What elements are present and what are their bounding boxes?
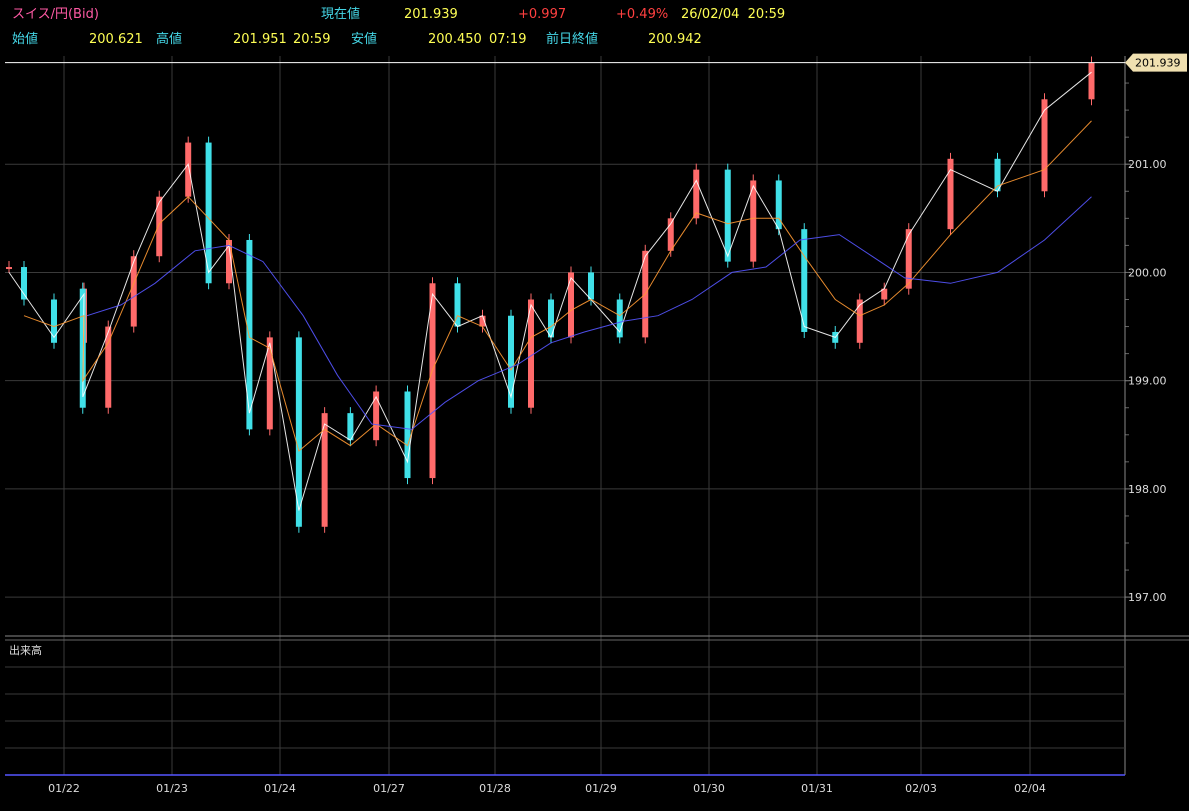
candle-body (404, 391, 411, 479)
current-price-label: 201.939 (1135, 57, 1181, 70)
candle-body (856, 299, 863, 343)
x-tick-label: 01/24 (264, 782, 296, 795)
x-tick-label: 01/29 (585, 782, 617, 795)
y-tick-label: 199.00 (1128, 375, 1167, 388)
candle-body (508, 315, 514, 408)
volume-panel: 出来高 (5, 643, 1125, 776)
candle-body (429, 283, 436, 479)
candle-body (588, 272, 594, 300)
candle-body (905, 229, 912, 289)
candle-body (156, 196, 163, 257)
candle-body (185, 142, 192, 197)
candle-body (373, 391, 380, 441)
candle-body (246, 239, 253, 430)
x-axis-labels: 01/22 01/23 01/24 01/27 01/28 01/29 01/30 01/31… (48, 782, 1046, 795)
y-tick-label: 197.00 (1128, 591, 1167, 604)
candle-body (693, 169, 700, 219)
y-tick-label: 200.00 (1128, 266, 1167, 279)
x-tick-label: 01/30 (693, 782, 725, 795)
candle-body (51, 299, 57, 343)
moving-average-ma_short (8, 71, 1092, 511)
x-tick-label: 01/28 (479, 782, 511, 795)
candle-body (724, 169, 731, 262)
price-chart[interactable]: 197.00198.00199.00200.00201.00 01/22 01/2… (0, 0, 1189, 811)
x-tick-label: 02/04 (1014, 782, 1046, 795)
candle-body (568, 272, 574, 338)
y-tick-label: 201.00 (1128, 158, 1167, 171)
chart-series (6, 56, 1095, 533)
x-tick-label: 01/23 (156, 782, 188, 795)
y-tick-label: 198.00 (1128, 483, 1167, 496)
x-tick-label: 02/03 (905, 782, 937, 795)
volume-panel-label: 出来高 (9, 643, 42, 657)
x-tick-label: 01/22 (48, 782, 80, 795)
candle-body (1088, 62, 1095, 100)
current-price-tag: 201.939 (5, 53, 1187, 72)
candle-body (6, 267, 12, 270)
x-tick-label: 01/27 (373, 782, 405, 795)
y-axis-labels: 197.00 198.00 199.00 200.00 201.00 (1128, 158, 1167, 604)
moving-average-ma_mid (23, 120, 1092, 452)
x-tick-label: 01/31 (801, 782, 833, 795)
